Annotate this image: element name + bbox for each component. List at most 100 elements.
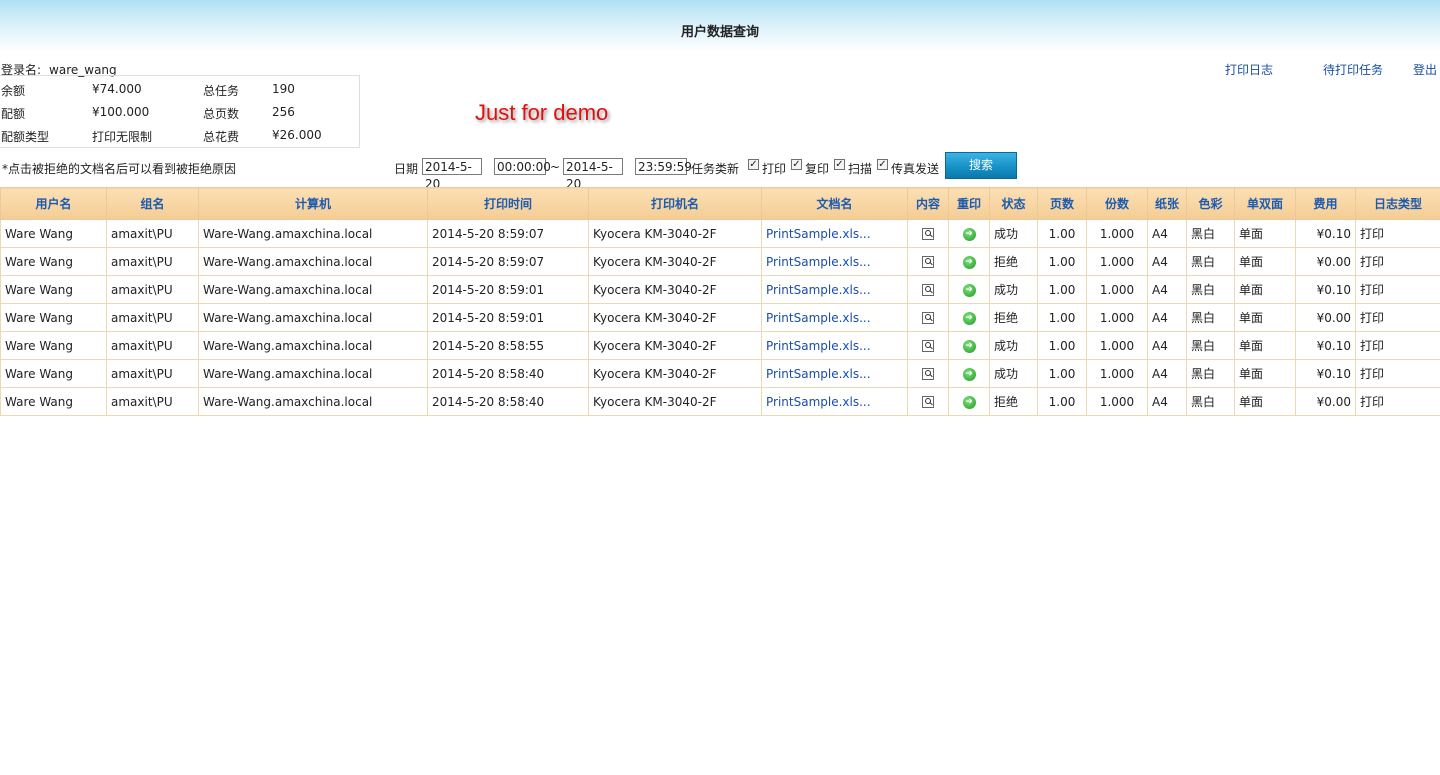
search-button[interactable]: 搜索 (945, 152, 1017, 179)
fax-checkbox[interactable]: ✓ (877, 159, 888, 170)
cell-cost: ¥0.00 (1295, 387, 1356, 416)
cell-print-time: 2014-5-20 8:59:07 (427, 247, 589, 276)
copy-option-label: 复印 (805, 162, 830, 176)
magnifier-icon[interactable] (922, 340, 934, 352)
cell-duplex: 单面 (1234, 331, 1296, 360)
cell-status: 成功 (989, 331, 1038, 360)
header-col-user: 用户名 (0, 187, 107, 220)
table-row: Ware Wang amaxit\PU Ware-Wang.amaxchina.lo… (0, 331, 1440, 360)
balance-label: 余额 (1, 84, 26, 98)
reprint-arrow-icon[interactable]: ➜ (962, 367, 976, 381)
cell-reprint: ➜ (948, 359, 990, 388)
account-summary: 余额 ¥74.000 总任务 190 配额 ¥100.000 总页数 256 配… (0, 75, 360, 148)
end-time-input[interactable]: 23:59:59 (635, 158, 692, 175)
magnifier-icon[interactable] (922, 368, 934, 380)
cell-group: amaxit\PU (106, 247, 199, 276)
header-col-status: 状态 (989, 187, 1038, 220)
cell-content (907, 275, 949, 304)
cell-duplex: 单面 (1234, 387, 1296, 416)
cell-print-time: 2014-5-20 8:58:55 (427, 331, 589, 360)
header-col-copies: 份数 (1086, 187, 1148, 220)
start-time-input[interactable]: 00:00:00 (494, 158, 551, 175)
cell-paper: A4 (1147, 331, 1187, 360)
document-link[interactable]: PrintSample.xls... (766, 311, 871, 325)
cell-copies: 1.000 (1086, 331, 1148, 360)
table-row: Ware Wang amaxit\PU Ware-Wang.amaxchina.lo… (0, 247, 1440, 276)
cell-computer: Ware-Wang.amaxchina.local (198, 303, 428, 332)
print-log-link[interactable]: 打印日志 (1225, 61, 1273, 78)
cell-duplex: 单面 (1234, 359, 1296, 388)
magnifier-icon[interactable] (922, 284, 934, 296)
cell-print-time: 2014-5-20 8:59:07 (427, 219, 589, 248)
logout-link[interactable]: 登出 (1413, 61, 1437, 78)
cell-pages: 1.00 (1037, 247, 1087, 276)
cell-color: 黑白 (1186, 275, 1235, 304)
cell-printer: Kyocera KM-3040-2F (588, 331, 762, 360)
cell-status: 成功 (989, 359, 1038, 388)
cell-color: 黑白 (1186, 331, 1235, 360)
pending-tasks-link[interactable]: 待打印任务 (1323, 61, 1383, 78)
print-option-label: 打印 (762, 162, 787, 176)
total-pages-value: 256 (272, 105, 295, 119)
demo-watermark: Just for demo (475, 100, 609, 125)
cell-paper: A4 (1147, 275, 1187, 304)
cell-print-time: 2014-5-20 8:59:01 (427, 275, 589, 304)
header-col-computer: 计算机 (198, 187, 428, 220)
cell-document: PrintSample.xls... (761, 331, 908, 360)
total-pages-label: 总页数 (203, 107, 240, 121)
document-link[interactable]: PrintSample.xls... (766, 283, 871, 297)
cell-duplex: 单面 (1234, 247, 1296, 276)
cell-cost: ¥0.10 (1295, 219, 1356, 248)
quota-label: 配额 (1, 107, 26, 121)
quota-type-label: 配额类型 (1, 130, 50, 144)
cell-cost: ¥0.00 (1295, 247, 1356, 276)
quota-type-value: 打印无限制 (92, 130, 153, 144)
cell-paper: A4 (1147, 359, 1187, 388)
magnifier-icon[interactable] (922, 312, 934, 324)
cell-cost: ¥0.10 (1295, 331, 1356, 360)
document-link[interactable]: PrintSample.xls... (766, 227, 871, 241)
cell-log-type: 打印 (1355, 359, 1440, 388)
reprint-arrow-icon[interactable]: ➜ (962, 311, 976, 325)
total-tasks-label: 总任务 (203, 84, 240, 98)
reprint-arrow-icon[interactable]: ➜ (962, 227, 976, 241)
document-link[interactable]: PrintSample.xls... (766, 395, 871, 409)
cell-reprint: ➜ (948, 219, 990, 248)
magnifier-icon[interactable] (922, 256, 934, 268)
cell-log-type: 打印 (1355, 247, 1440, 276)
copy-checkbox[interactable]: ✓ (791, 159, 802, 170)
cell-printer: Kyocera KM-3040-2F (588, 303, 762, 332)
cell-document: PrintSample.xls... (761, 359, 908, 388)
scan-checkbox[interactable]: ✓ (834, 159, 845, 170)
print-log-table: 用户名 组名 计算机 打印时间 打印机名 文档名 内容 重印 状态 页数 份数 纸张 色彩 单双面 费用 日志… (0, 187, 1440, 416)
header-col-color: 色彩 (1186, 187, 1235, 220)
end-date-input[interactable]: 2014-5-20 (563, 158, 623, 191)
quota-value: ¥100.000 (92, 105, 150, 119)
cell-copies: 1.000 (1086, 303, 1148, 332)
cell-user: Ware Wang (0, 219, 107, 248)
cell-status: 拒绝 (989, 387, 1038, 416)
cell-group: amaxit\PU (106, 303, 199, 332)
cell-user: Ware Wang (0, 303, 107, 332)
document-link[interactable]: PrintSample.xls... (766, 367, 871, 381)
reprint-arrow-icon[interactable]: ➜ (962, 283, 976, 297)
cell-print-time: 2014-5-20 8:58:40 (427, 359, 589, 388)
cell-document: PrintSample.xls... (761, 303, 908, 332)
magnifier-icon[interactable] (922, 396, 934, 408)
scan-option-label: 扫描 (848, 162, 873, 176)
cell-cost: ¥0.10 (1295, 275, 1356, 304)
print-checkbox[interactable]: ✓ (748, 159, 759, 170)
cell-paper: A4 (1147, 387, 1187, 416)
cell-duplex: 单面 (1234, 219, 1296, 248)
cell-paper: A4 (1147, 219, 1187, 248)
magnifier-icon[interactable] (922, 228, 934, 240)
reprint-arrow-icon[interactable]: ➜ (962, 339, 976, 353)
cell-copies: 1.000 (1086, 247, 1148, 276)
start-date-input[interactable]: 2014-5-20 (422, 158, 482, 191)
reprint-arrow-icon[interactable]: ➜ (962, 395, 976, 409)
document-link[interactable]: PrintSample.xls... (766, 339, 871, 353)
document-link[interactable]: PrintSample.xls... (766, 255, 871, 269)
header-col-log-type: 日志类型 (1355, 187, 1440, 220)
header-col-paper: 纸张 (1147, 187, 1187, 220)
reprint-arrow-icon[interactable]: ➜ (962, 255, 976, 269)
